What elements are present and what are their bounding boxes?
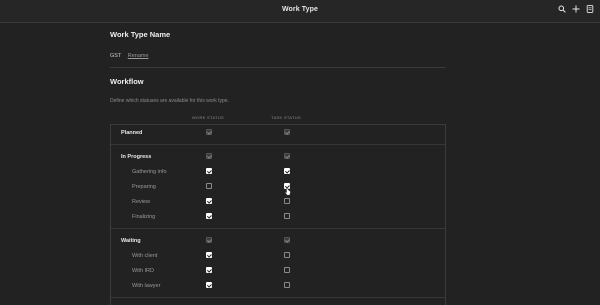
status-label: Gathering info [132,169,167,175]
status-group-label: In Progress [121,154,152,160]
work-status-checkbox [206,153,212,159]
workflow-heading: Workflow [110,77,144,86]
status-label: With lawyer [132,283,161,289]
work-status-checkbox [206,237,212,243]
work-status-checkbox [206,129,212,135]
rename-link[interactable]: Rename [128,53,149,59]
status-row: With client [111,249,445,263]
task-status-checkbox [284,153,290,159]
task-status-checkbox[interactable] [284,252,290,258]
work-type-name-row: GST Rename [110,53,149,59]
status-group-label: Waiting [121,238,141,244]
divider [110,67,446,68]
status-group-row: In Progress [111,150,445,164]
mouse-cursor [284,183,291,196]
status-row: Finalizing [111,210,445,224]
header-actions [558,5,594,13]
status-label: Finalizing [132,214,156,220]
work-status-checkbox[interactable] [206,252,212,258]
status-row: With IRD [111,264,445,278]
status-row: With lawyer [111,279,445,293]
group-divider [111,297,445,298]
task-status-checkbox [284,129,290,135]
status-row: Preparing [111,180,445,194]
status-row: Gathering info [111,165,445,179]
search-icon[interactable] [558,5,566,13]
task-status-column-header: TASK STATUS [271,115,301,120]
status-label: With client [132,253,158,259]
task-status-checkbox[interactable] [284,168,290,174]
workflow-description: Define which statuses are available for … [110,98,229,104]
document-icon[interactable] [586,5,594,13]
work-status-checkbox[interactable] [206,213,212,219]
work-status-column-header: WORK STATUS [191,115,225,120]
plus-icon[interactable] [572,5,580,13]
status-group-row: Planned [111,126,445,140]
status-label: With IRD [132,268,154,274]
work-status-checkbox[interactable] [206,168,212,174]
task-status-checkbox[interactable] [284,213,290,219]
status-label: Preparing [132,184,156,190]
work-status-checkbox[interactable] [206,282,212,288]
task-status-checkbox [284,237,290,243]
work-type-name: GST [110,53,122,59]
group-divider [111,228,445,229]
work-status-checkbox[interactable] [206,198,212,204]
group-divider [111,144,445,145]
task-status-checkbox[interactable] [284,198,290,204]
status-group-row: Waiting [111,234,445,248]
work-status-checkbox[interactable] [206,183,212,189]
status-label: Review [132,199,151,205]
page-title: Work Type [281,6,319,13]
status-group-label: Planned [121,130,143,136]
work-status-checkbox[interactable] [206,267,212,273]
task-status-checkbox[interactable] [284,267,290,273]
status-row: Review [111,195,445,209]
top-bar: Work Type [0,0,600,23]
status-table: Planned In Progress Gathering info Preparin… [110,124,446,305]
work-type-name-heading: Work Type Name [110,30,171,39]
task-status-checkbox[interactable] [284,282,290,288]
